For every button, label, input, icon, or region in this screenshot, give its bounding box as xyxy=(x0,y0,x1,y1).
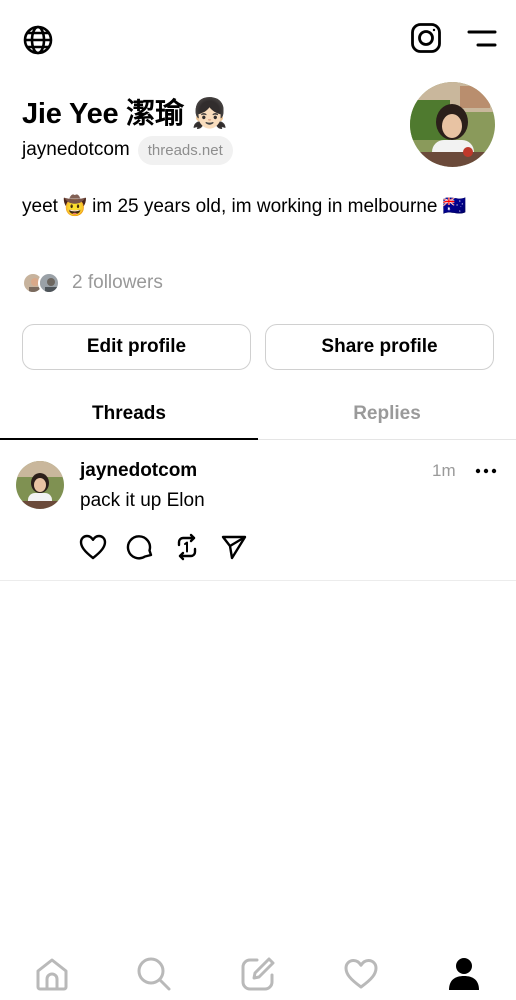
followers-row[interactable]: 2 followers xyxy=(22,270,163,296)
send-icon[interactable] xyxy=(219,533,249,561)
domain-badge[interactable]: threads.net xyxy=(137,135,233,165)
profile-icon[interactable] xyxy=(444,954,484,994)
heart-icon[interactable] xyxy=(78,533,108,561)
more-options-icon[interactable] xyxy=(474,459,498,483)
followers-count: 2 followers xyxy=(72,272,163,293)
post-actions xyxy=(78,533,266,561)
thread-post[interactable]: jaynedotcom 1m pack it up Elon xyxy=(0,441,516,581)
post-timestamp: 1m xyxy=(432,461,456,480)
edit-profile-button[interactable]: Edit profile xyxy=(22,324,251,370)
post-text: pack it up Elon xyxy=(80,490,205,511)
profile-bio: yeet 🤠 im 25 years old, im working in me… xyxy=(22,196,467,217)
tab-threads[interactable]: Threads xyxy=(0,392,258,440)
tab-replies[interactable]: Replies xyxy=(258,392,516,440)
share-profile-button[interactable]: Share profile xyxy=(265,324,494,370)
instagram-icon[interactable] xyxy=(410,22,442,54)
bottom-nav xyxy=(0,948,516,1000)
home-icon[interactable] xyxy=(32,954,72,994)
handle-row: jaynedotcom threads.net xyxy=(22,134,233,166)
top-bar xyxy=(0,20,516,60)
comment-icon[interactable] xyxy=(125,533,155,561)
globe-icon[interactable] xyxy=(22,24,54,56)
compose-icon[interactable] xyxy=(238,954,278,994)
profile-handle: jaynedotcom xyxy=(22,139,130,160)
follower-avatar xyxy=(38,272,60,294)
repost-icon[interactable] xyxy=(172,533,202,561)
profile-avatar[interactable] xyxy=(410,82,495,167)
search-icon[interactable] xyxy=(134,954,174,994)
activity-heart-icon[interactable] xyxy=(341,954,381,994)
post-avatar[interactable] xyxy=(16,461,64,509)
profile-name: Jie Yee 潔瑜 👧🏻 xyxy=(22,98,228,130)
menu-icon[interactable] xyxy=(466,26,498,52)
post-username[interactable]: jaynedotcom xyxy=(80,460,197,482)
profile-tabs: Threads Replies xyxy=(0,392,516,440)
